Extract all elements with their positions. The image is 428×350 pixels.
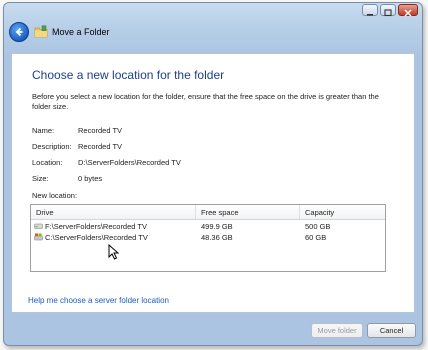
detail-value: Recorded TV xyxy=(78,126,123,135)
list-header: Drive Free space Capacity xyxy=(31,205,385,220)
close-button[interactable] xyxy=(398,4,418,17)
column-header-capacity[interactable]: Capacity xyxy=(305,208,334,217)
detail-label: Location: xyxy=(32,158,63,167)
folder-icon xyxy=(34,25,48,38)
new-location-label: New location: xyxy=(32,191,78,200)
column-divider[interactable] xyxy=(195,205,196,219)
drive-path: F:\ServerFolders\Recorded TV xyxy=(45,222,147,231)
detail-value: Recorded TV xyxy=(78,142,123,151)
minimize-button[interactable] xyxy=(362,4,378,16)
detail-label: Name: xyxy=(32,126,55,135)
drive-list[interactable]: Drive Free space Capacity F:\ServerFolde… xyxy=(30,204,386,272)
mouse-cursor-icon xyxy=(108,244,120,260)
system-drive-icon xyxy=(34,233,43,241)
detail-value: 0 bytes xyxy=(78,174,103,183)
page-heading: Choose a new location for the folder xyxy=(32,68,225,82)
move-folder-button[interactable]: Move folder xyxy=(311,323,363,338)
detail-value: D:\ServerFolders\Recorded TV xyxy=(78,158,181,167)
capacity-value: 60 GB xyxy=(305,233,327,242)
column-divider[interactable] xyxy=(299,205,300,219)
external-drive-icon xyxy=(34,223,43,229)
title-bar: Move a Folder xyxy=(4,3,422,59)
maximize-button[interactable] xyxy=(380,4,396,17)
content-panel: Choose a new location for the folder Bef… xyxy=(11,53,415,313)
detail-label: Description: xyxy=(32,142,72,151)
cancel-button[interactable]: Cancel xyxy=(367,323,416,338)
description-text: Before you select a new location for the… xyxy=(32,92,379,111)
detail-label: Size: xyxy=(32,174,49,183)
help-link[interactable]: Help me choose a server folder location xyxy=(28,296,169,305)
list-item[interactable]: C:\ServerFolders\Recorded TV 48.36 GB 60… xyxy=(31,232,385,243)
column-header-drive[interactable]: Drive xyxy=(36,208,54,217)
back-button[interactable] xyxy=(9,22,29,42)
window-title: Move a Folder xyxy=(52,27,110,37)
list-item[interactable]: F:\ServerFolders\Recorded TV 499.9 GB 50… xyxy=(31,221,385,232)
minimize-icon xyxy=(367,14,373,16)
move-folder-window: Move a Folder Choose a new location for … xyxy=(3,2,423,346)
free-space-value: 48.36 GB xyxy=(201,233,233,242)
drive-path: C:\ServerFolders\Recorded TV xyxy=(45,233,148,242)
column-header-free-space[interactable]: Free space xyxy=(201,208,239,217)
window-controls xyxy=(362,4,418,17)
maximize-icon xyxy=(384,9,392,17)
free-space-value: 499.9 GB xyxy=(201,222,233,231)
capacity-value: 500 GB xyxy=(305,222,331,231)
back-arrow-icon xyxy=(15,27,23,37)
close-icon xyxy=(404,9,412,17)
